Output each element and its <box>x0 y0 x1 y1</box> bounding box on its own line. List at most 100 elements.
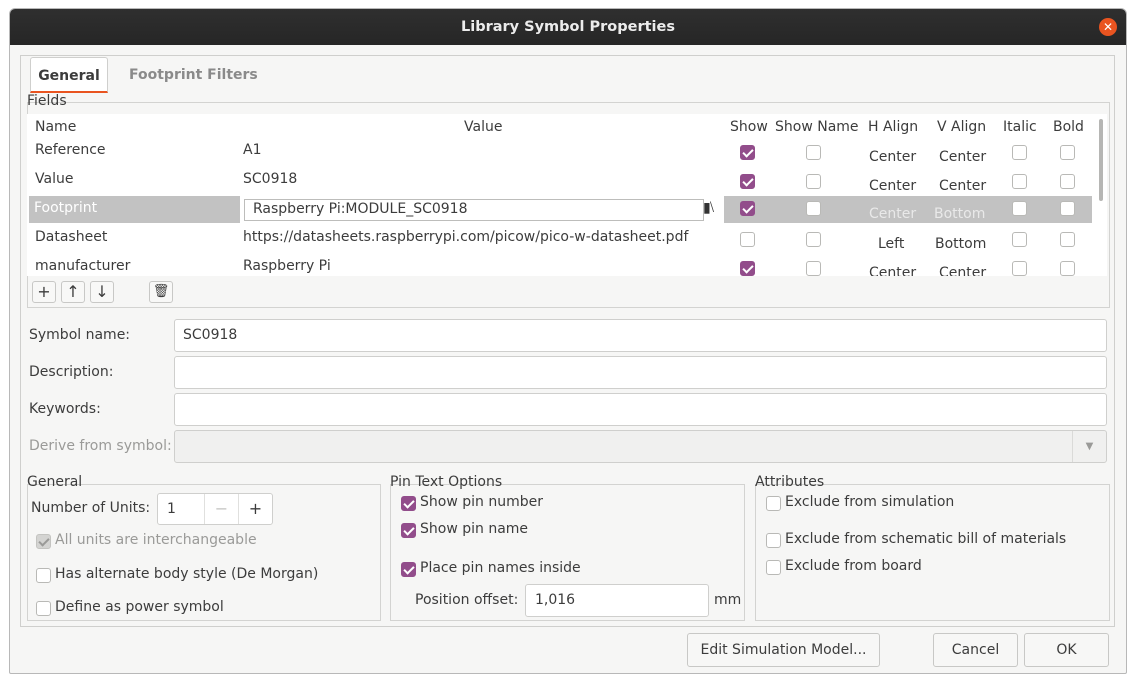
table-row[interactable]: manufacturer Raspberry Pi Center Center <box>27 252 1097 276</box>
decrement-icon[interactable]: − <box>204 494 238 524</box>
v-align-value[interactable]: Bottom <box>935 223 986 252</box>
fields-group-label: Fields <box>27 93 67 109</box>
table-row[interactable]: Value SC0918 Center Center <box>27 165 1097 194</box>
power-symbol-label: Define as power symbol <box>55 599 224 615</box>
show-pin-number-check-box[interactable] <box>401 496 416 511</box>
v-align-value[interactable]: Center <box>939 136 986 165</box>
h-align-value[interactable]: Left <box>878 223 904 252</box>
place-inside-label: Place pin names inside <box>420 560 581 576</box>
keywords-label: Keywords: <box>29 401 101 417</box>
position-offset-unit: mm <box>714 592 742 608</box>
description-input[interactable] <box>174 356 1107 389</box>
show-name-checkbox[interactable] <box>806 201 821 216</box>
derive-from-label: Derive from symbol: <box>29 438 172 454</box>
chevron-down-icon[interactable]: ▼ <box>1072 431 1106 462</box>
tab-footprint-filters[interactable]: Footprint Filters <box>129 57 258 93</box>
increment-icon[interactable]: + <box>238 494 272 524</box>
show-name-checkbox[interactable] <box>806 261 821 276</box>
exclude-board-label: Exclude from board <box>785 558 922 574</box>
add-icon[interactable]: + <box>32 281 56 303</box>
show-name-checkbox[interactable] <box>806 232 821 247</box>
footprint-value-editor[interactable]: Raspberry Pi:MODULE_SC0918 <box>244 199 704 221</box>
show-checkbox[interactable] <box>740 232 755 247</box>
derive-from-combo[interactable]: ▼ <box>174 430 1107 463</box>
exclude-sim-check-box[interactable] <box>766 496 781 511</box>
exclude-bom-check-box[interactable] <box>766 533 781 548</box>
field-name: manufacturer <box>35 258 131 274</box>
interchangeable-check-box[interactable] <box>36 534 51 549</box>
symbol-name-input[interactable]: SC0918 <box>174 319 1107 352</box>
bold-checkbox[interactable] <box>1060 232 1075 247</box>
show-pin-name-check-box[interactable] <box>401 523 416 538</box>
h-align-value[interactable]: Center <box>869 136 916 165</box>
close-icon[interactable]: ✕ <box>1099 18 1117 36</box>
attributes-group-label: Attributes <box>755 474 825 490</box>
ok-button[interactable]: OK <box>1024 633 1109 667</box>
show-checkbox[interactable] <box>740 201 755 216</box>
field-name: Reference <box>35 142 106 158</box>
title-bar: Library Symbol Properties ✕ <box>10 9 1126 45</box>
v-align-value[interactable]: Center <box>939 165 986 194</box>
exclude-sim-label: Exclude from simulation <box>785 494 955 510</box>
h-align-value[interactable]: Center <box>869 195 916 224</box>
italic-checkbox[interactable] <box>1012 261 1027 276</box>
show-pin-number-label: Show pin number <box>420 494 543 510</box>
field-value: Raspberry Pi:MODULE_SC0918 <box>253 201 468 217</box>
italic-checkbox[interactable] <box>1012 232 1027 247</box>
move-up-icon[interactable]: ↑ <box>61 281 85 303</box>
units-label: Number of Units: <box>31 500 151 516</box>
cancel-button[interactable]: Cancel <box>933 633 1018 667</box>
show-pin-name-label: Show pin name <box>420 521 529 537</box>
bold-checkbox[interactable] <box>1060 261 1075 276</box>
field-name: Value <box>35 171 74 187</box>
description-label: Description: <box>29 364 114 380</box>
field-value[interactable]: A1 <box>243 136 261 165</box>
place-inside-check-box[interactable] <box>401 562 416 577</box>
table-row[interactable]: Datasheet https://datasheets.raspberrypi… <box>27 223 1097 252</box>
units-value[interactable]: 1 <box>167 501 176 517</box>
field-value[interactable]: SC0918 <box>243 165 297 194</box>
italic-checkbox[interactable] <box>1012 145 1027 160</box>
position-offset-label: Position offset: <box>415 592 519 608</box>
delete-icon[interactable]: 🗑 <box>149 281 173 303</box>
field-value[interactable]: Raspberry Pi <box>243 252 331 276</box>
window-title: Library Symbol Properties <box>460 19 675 35</box>
pin-text-group-label: Pin Text Options <box>390 474 503 490</box>
units-spinner[interactable]: 1 − + <box>157 493 273 525</box>
edit-simulation-model-button[interactable]: Edit Simulation Model... <box>687 633 880 667</box>
italic-checkbox[interactable] <box>1012 201 1027 216</box>
show-name-checkbox[interactable] <box>806 145 821 160</box>
library-browse-icon[interactable]: ▮⧵ <box>703 200 714 216</box>
field-name: Footprint <box>34 200 98 216</box>
italic-checkbox[interactable] <box>1012 174 1027 189</box>
table-row[interactable]: Reference A1 Center Center <box>27 136 1097 165</box>
exclude-board-check-box[interactable] <box>766 560 781 575</box>
v-align-value[interactable]: Bottom <box>934 195 985 224</box>
bold-checkbox[interactable] <box>1060 201 1075 216</box>
field-value[interactable]: https://datasheets.raspberrypi.com/picow… <box>243 223 688 252</box>
show-checkbox[interactable] <box>740 261 755 276</box>
field-name: Datasheet <box>35 229 108 245</box>
h-align-value[interactable]: Center <box>869 165 916 194</box>
tab-general[interactable]: General <box>30 57 108 93</box>
general-group-label: General <box>27 474 83 490</box>
show-name-checkbox[interactable] <box>806 174 821 189</box>
show-checkbox[interactable] <box>740 145 755 160</box>
symbol-name-label: Symbol name: <box>29 327 131 343</box>
interchangeable-label: All units are interchangeable <box>55 532 257 548</box>
alternate-body-check-box[interactable] <box>36 568 51 583</box>
keywords-input[interactable] <box>174 393 1107 426</box>
power-symbol-check-box[interactable] <box>36 601 51 616</box>
move-down-icon[interactable]: ↓ <box>90 281 114 303</box>
v-align-value[interactable]: Center <box>939 252 986 276</box>
grid-scrollbar[interactable] <box>1099 119 1103 201</box>
table-row-selected[interactable]: Footprint Raspberry Pi:MODULE_SC0918 ▮⧵ … <box>27 195 1097 224</box>
position-offset-input[interactable]: 1,016 <box>525 584 709 617</box>
bold-checkbox[interactable] <box>1060 145 1075 160</box>
alternate-body-label: Has alternate body style (De Morgan) <box>55 566 319 582</box>
fields-grid: Name Value Show Show Name H Align V Alig… <box>27 114 1107 276</box>
show-checkbox[interactable] <box>740 174 755 189</box>
h-align-value[interactable]: Center <box>869 252 916 276</box>
bold-checkbox[interactable] <box>1060 174 1075 189</box>
exclude-bom-label: Exclude from schematic bill of materials <box>785 531 1067 547</box>
